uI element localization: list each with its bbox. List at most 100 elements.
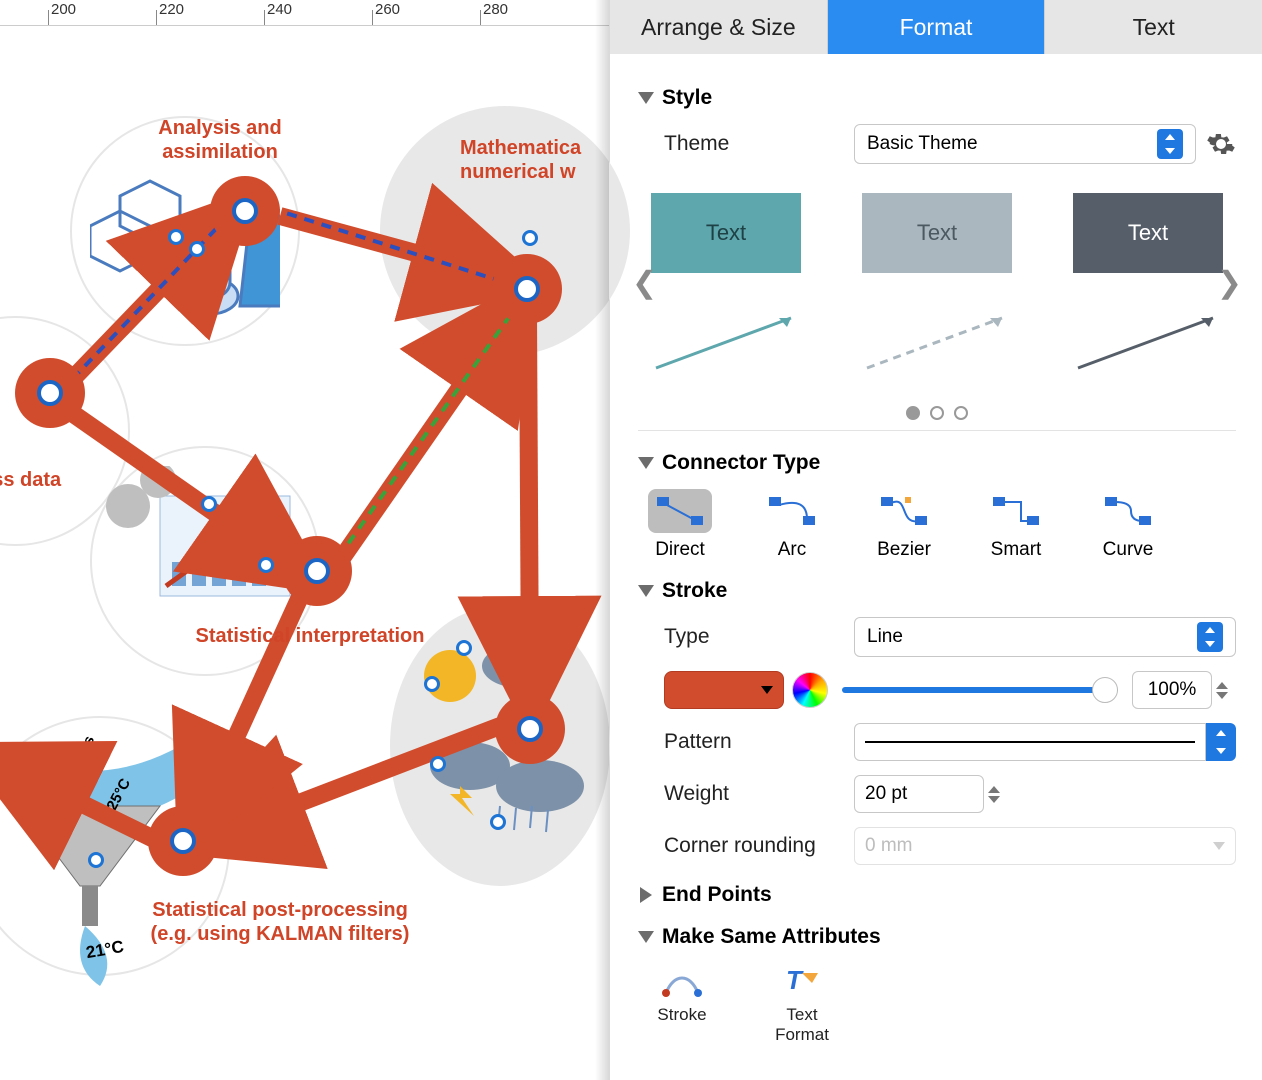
same-text-format-button[interactable]: T Text Format — [762, 963, 842, 1045]
selection-handle[interactable] — [189, 241, 205, 257]
same-text-format-label: Text Format — [775, 1005, 829, 1045]
section-sameattr-header[interactable]: Make Same Attributes — [638, 925, 1236, 949]
section-title: Connector Type — [662, 451, 820, 475]
connector-curve[interactable]: Curve — [1086, 489, 1170, 561]
same-stroke-button[interactable]: Stroke — [642, 963, 722, 1045]
tab-text[interactable]: Text — [1044, 0, 1262, 54]
splitter-handle[interactable] — [595, 0, 609, 1080]
tab-arrange-size[interactable]: Arrange & Size — [610, 0, 827, 54]
arrow-sample-icon — [1073, 313, 1223, 373]
connector-label: Smart — [991, 539, 1042, 561]
theme-select[interactable]: Basic Theme — [854, 124, 1196, 164]
diagram-node-process[interactable] — [15, 358, 85, 428]
swatch-label: Text — [1073, 193, 1223, 273]
selection-handle[interactable] — [88, 852, 104, 868]
diagram-canvas[interactable]: 8 m/s m/s 15°C 25°C 21°C — [0, 26, 609, 1080]
pattern-select[interactable] — [854, 723, 1206, 761]
diagram-node-weather[interactable] — [495, 694, 565, 764]
weight-stepper[interactable] — [988, 775, 1008, 813]
connector-direct[interactable]: Direct — [638, 489, 722, 561]
connector-label: Bezier — [877, 539, 931, 561]
connector-label: Direct — [655, 539, 705, 561]
selection-handle[interactable] — [201, 496, 217, 512]
style-preset-3[interactable]: Text — [1068, 178, 1228, 388]
caret-updown-icon — [1197, 622, 1223, 652]
section-endpoints-header[interactable]: End Points — [638, 883, 1236, 907]
inspector-panel: Arrange & Size Format Text Style Theme B… — [609, 0, 1262, 1080]
connector-label: Arc — [778, 539, 807, 561]
selection-handle[interactable] — [258, 557, 274, 573]
connector-smart-icon — [991, 495, 1041, 527]
weight-input[interactable] — [854, 775, 984, 813]
style-preset-2[interactable]: Text — [857, 178, 1017, 388]
caret-updown-icon — [1157, 129, 1183, 159]
section-stroke-header[interactable]: Stroke — [638, 579, 1236, 603]
connector-bezier[interactable]: Bezier — [862, 489, 946, 561]
inspector-tabs: Arrange & Size Format Text — [610, 0, 1262, 54]
chart-gears-icon — [100, 466, 300, 616]
corner-rounding-label: Corner rounding — [664, 834, 854, 858]
node-label-stat-post: Statistical post-processing (e.g. using … — [120, 898, 440, 946]
disclosure-triangle-icon — [640, 887, 652, 903]
pager-dot[interactable] — [930, 406, 944, 420]
diagram-node-stat-interp[interactable] — [282, 536, 352, 606]
ruler-tick: 240 — [267, 1, 292, 18]
pager-dot[interactable] — [906, 406, 920, 420]
selection-handle[interactable] — [522, 230, 538, 246]
chevron-down-icon — [1213, 842, 1225, 850]
diagram-node-analysis[interactable] — [210, 176, 280, 246]
section-title: Stroke — [662, 579, 727, 603]
theme-value: Basic Theme — [867, 133, 978, 155]
style-preset-1[interactable]: Text — [646, 178, 806, 388]
connector-label: Curve — [1103, 539, 1154, 561]
node-label-math: Mathematica numerical w — [460, 136, 640, 184]
swatch-label: Text — [651, 193, 801, 273]
section-style-header[interactable]: Style — [638, 86, 1236, 110]
diagram-node-math[interactable] — [492, 254, 562, 324]
same-text-format-icon: T — [780, 963, 824, 999]
color-picker-icon[interactable] — [792, 672, 828, 708]
ruler-tick: 280 — [483, 1, 508, 18]
disclosure-triangle-icon — [638, 457, 654, 469]
section-title: Make Same Attributes — [662, 925, 881, 949]
opacity-stepper[interactable] — [1216, 671, 1236, 709]
selection-handle[interactable] — [424, 676, 440, 692]
selection-handle[interactable] — [168, 229, 184, 245]
diagram-node-stat-post[interactable] — [148, 806, 218, 876]
slider-thumb[interactable] — [1092, 677, 1118, 703]
stroke-color-well[interactable] — [664, 671, 784, 709]
gear-icon[interactable] — [1206, 129, 1236, 159]
connector-arc[interactable]: Arc — [750, 489, 834, 561]
node-label-analysis: Analysis and assimilation — [120, 116, 320, 164]
disclosure-triangle-icon — [638, 92, 654, 104]
svg-text:T: T — [786, 965, 804, 995]
arrow-sample-icon — [651, 313, 801, 373]
theme-label: Theme — [664, 132, 854, 156]
tab-format[interactable]: Format — [827, 0, 1045, 54]
connector-curve-icon — [1103, 495, 1153, 527]
disclosure-triangle-icon — [638, 931, 654, 943]
connector-bezier-icon — [879, 495, 929, 527]
stroke-type-label: Type — [664, 625, 854, 649]
section-title: End Points — [662, 883, 772, 907]
gallery-next[interactable]: ❯ — [1217, 266, 1242, 301]
canvas-area[interactable]: 180 200 220 240 260 280 — [0, 0, 609, 1080]
connector-smart[interactable]: Smart — [974, 489, 1058, 561]
selection-handle[interactable] — [430, 756, 446, 772]
arrow-sample-icon — [862, 313, 1012, 373]
caret-updown-icon — [1206, 723, 1236, 761]
gallery-pager[interactable] — [638, 406, 1236, 420]
corner-placeholder: 0 mm — [865, 835, 913, 857]
pager-dot[interactable] — [954, 406, 968, 420]
ruler-tick: 220 — [159, 1, 184, 18]
gallery-prev[interactable]: ❮ — [632, 266, 657, 301]
pattern-label: Pattern — [664, 730, 854, 754]
pattern-preview — [865, 741, 1195, 743]
opacity-value[interactable]: 100% — [1132, 671, 1212, 709]
selection-handle[interactable] — [490, 814, 506, 830]
node-label-process: cess data — [0, 468, 110, 492]
swatch-label: Text — [862, 193, 1012, 273]
stroke-type-select[interactable]: Line — [854, 617, 1236, 657]
opacity-slider[interactable] — [842, 687, 1118, 693]
section-connector-header[interactable]: Connector Type — [638, 451, 1236, 475]
